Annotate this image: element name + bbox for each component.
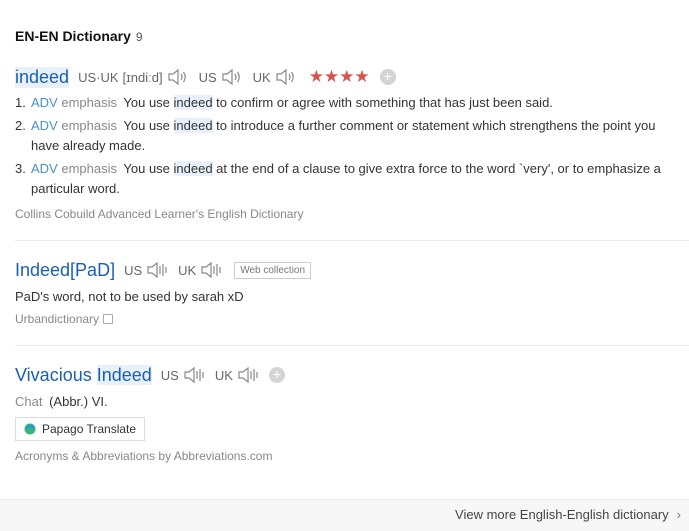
source-label[interactable]: Urbandictionary [15, 312, 99, 326]
papago-icon [24, 423, 36, 435]
headword-link[interactable]: indeed [15, 66, 70, 88]
pron-ipa: [ɪndiːd] [122, 69, 163, 85]
part-of-speech: ADV [31, 161, 58, 176]
headword-part-highlight: Indeed [96, 364, 152, 385]
view-more-label: View more English-English dictionary [455, 507, 669, 522]
headword-link[interactable]: Indeed[PaD] [15, 260, 115, 281]
speaker-icon[interactable] [167, 68, 189, 86]
section-title: EN-EN Dictionary [15, 28, 131, 44]
speaker-icon[interactable] [200, 261, 222, 279]
result-count: 9 [135, 30, 143, 44]
us-label: US [160, 367, 179, 383]
part-of-speech: ADV [31, 95, 58, 110]
view-more-link[interactable]: View more English-English dictionary › [455, 507, 681, 522]
category-label: Chat [15, 394, 43, 409]
grammar-label: emphasis [61, 118, 117, 133]
sense-headword: indeed [173, 95, 213, 110]
speaker-icon[interactable] [275, 68, 297, 86]
sense-number: 2. [15, 118, 26, 133]
pronunciation: US·UK [ɪndiːd] US UK [78, 68, 307, 86]
uk-label: UK [252, 69, 271, 85]
sense-item: 1. ADV emphasis You use indeed to confir… [15, 93, 689, 113]
speaker-icon[interactable] [237, 366, 259, 384]
add-wordbook-button[interactable]: + [379, 69, 396, 85]
sense-number: 3. [15, 161, 26, 176]
sense-text-pre: You use [123, 161, 174, 176]
grammar-label: emphasis [61, 161, 117, 176]
definition-text: (Abbr.) VI. [49, 394, 108, 409]
grammar-label: emphasis [61, 95, 117, 110]
sense-headword: indeed [173, 161, 213, 176]
papago-label: Papago Translate [42, 422, 137, 436]
pron-label: US·UK [78, 69, 119, 85]
sense-item: 2. ADV emphasis You use indeed to introd… [15, 116, 689, 156]
headword-line: Indeed[PaD] US UK Web collection [15, 257, 689, 283]
add-wordbook-button[interactable]: + [268, 367, 285, 383]
sense-text-pre: You use [123, 118, 174, 133]
web-collection-tag: Web collection [234, 261, 312, 279]
pronunciation: US UK [161, 366, 269, 384]
uk-label: UK [178, 262, 197, 278]
headword-line: indeed US·UK [ɪndiːd] US UK ★★★★ + [15, 64, 689, 90]
us-label: US [198, 69, 217, 85]
entry-indeed-pad: Indeed[PaD] US UK Web collection PaD's w… [15, 257, 689, 326]
uk-label: UK [214, 367, 233, 383]
entry-vivacious-indeed: Vivacious Indeed US UK + Chat (Abbr.) VI… [15, 362, 689, 463]
divider [15, 240, 689, 241]
sense-item: 3. ADV emphasis You use indeed at the en… [15, 159, 689, 199]
definition-text: PaD's word, not to be used by sarah xD [15, 289, 244, 304]
speaker-icon[interactable] [183, 366, 205, 384]
headword-part: Vivacious [15, 364, 97, 385]
headword-line: Vivacious Indeed US UK + [15, 362, 689, 388]
papago-translate-button[interactable]: Papago Translate [15, 417, 146, 441]
source-label[interactable]: Collins Cobuild Advanced Learner's Engli… [15, 207, 689, 221]
footer-bar: View more English-English dictionary › [0, 499, 689, 531]
us-label: US [124, 262, 143, 278]
headword-link[interactable]: Vivacious Indeed [15, 364, 152, 386]
rating-stars: ★★★★ [308, 67, 370, 86]
part-of-speech: ADV [31, 118, 58, 133]
section-header: EN-EN Dictionary 9 [15, 28, 143, 44]
sense-headword: indeed [173, 118, 213, 133]
sense-number: 1. [15, 95, 26, 110]
copy-icon[interactable] [103, 314, 114, 324]
definition-line: Chat (Abbr.) VI. [15, 394, 689, 409]
entry-indeed: indeed US·UK [ɪndiːd] US UK ★★★★ + 1. AD… [15, 64, 689, 221]
chevron-right-icon: › [676, 507, 681, 522]
speaker-icon[interactable] [146, 261, 168, 279]
pronunciation: US UK [124, 261, 232, 279]
divider [15, 345, 689, 346]
speaker-icon[interactable] [221, 68, 243, 86]
sense-text-post: to confirm or agree with something that … [212, 95, 553, 110]
source-line: Urbandictionary [15, 312, 689, 326]
source-label[interactable]: Acronyms & Abbreviations by Abbreviation… [15, 449, 689, 463]
sense-text-pre: You use [123, 95, 174, 110]
